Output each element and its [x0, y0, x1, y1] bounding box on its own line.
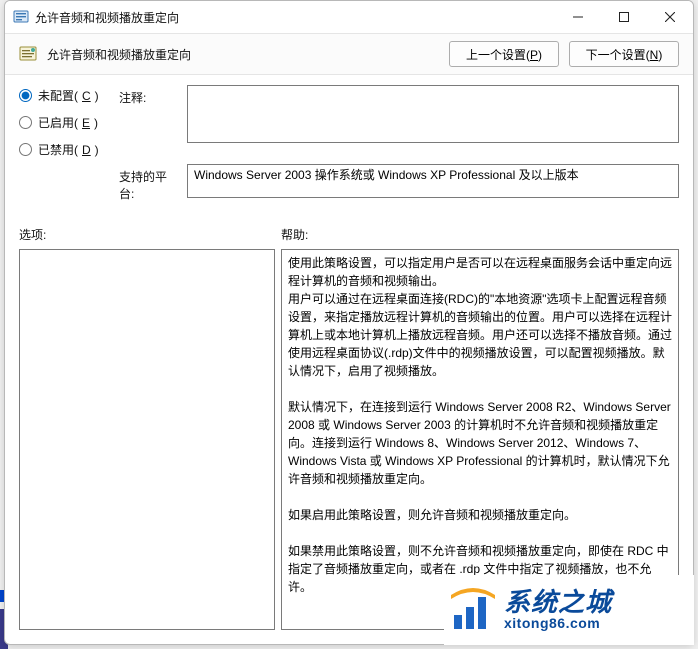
brand-logo-text: 系统之城 xitong86.com: [504, 589, 612, 631]
radio-enabled[interactable]: 已启用(E): [19, 114, 107, 131]
options-panel[interactable]: [19, 249, 275, 630]
previous-setting-button[interactable]: 上一个设置(P): [449, 41, 559, 67]
next-setting-button[interactable]: 下一个设置(N): [569, 41, 679, 67]
window-controls: [555, 1, 693, 33]
comment-textarea[interactable]: [187, 85, 679, 143]
minimize-button[interactable]: [555, 1, 601, 33]
comment-block: 注释:: [119, 85, 679, 143]
maximize-button[interactable]: [601, 1, 647, 33]
panels: 使用此策略设置，可以指定用户是否可以在远程桌面服务会话中重定向远程计算机的音频和…: [19, 249, 679, 630]
policy-icon: [19, 45, 37, 63]
config-row: 未配置(C) 已启用(E) 已禁用(D) 注释:: [19, 85, 679, 158]
policy-title: 允许音频和视频播放重定向: [47, 46, 439, 63]
platform-label: 支持的平台:: [119, 164, 179, 202]
options-label: 选项:: [19, 226, 281, 243]
state-radio-group: 未配置(C) 已启用(E) 已禁用(D): [19, 85, 107, 158]
comment-label: 注释:: [119, 85, 179, 143]
help-panel[interactable]: 使用此策略设置，可以指定用户是否可以在远程桌面服务会话中重定向远程计算机的音频和…: [281, 249, 679, 630]
dialog-body: 未配置(C) 已启用(E) 已禁用(D) 注释: 支持的平台: Windows …: [5, 75, 693, 644]
radio-not-configured[interactable]: 未配置(C): [19, 87, 107, 104]
brand-logo-icon: [448, 585, 498, 635]
platform-box: Windows Server 2003 操作系统或 Windows XP Pro…: [187, 164, 679, 198]
toolbar: 允许音频和视频播放重定向 上一个设置(P) 下一个设置(N): [5, 33, 693, 75]
watermark-logo: 系统之城 xitong86.com: [444, 575, 694, 645]
close-button[interactable]: [647, 1, 693, 33]
window-title: 允许音频和视频播放重定向: [35, 9, 555, 26]
section-labels: 选项: 帮助:: [19, 226, 679, 243]
brand-url: xitong86.com: [504, 616, 612, 631]
dialog-window: 允许音频和视频播放重定向 允许音频和视频播放重定向 上一个设置(P) 下一个设置…: [4, 0, 694, 645]
radio-not-configured-input[interactable]: [19, 89, 32, 102]
platform-row: 支持的平台: Windows Server 2003 操作系统或 Windows…: [119, 164, 679, 202]
policy-app-icon: [13, 9, 29, 25]
help-label: 帮助:: [281, 226, 679, 243]
radio-disabled-input[interactable]: [19, 143, 32, 156]
radio-enabled-input[interactable]: [19, 116, 32, 129]
brand-name-cn: 系统之城: [504, 589, 612, 616]
title-bar: 允许音频和视频播放重定向: [5, 1, 693, 33]
radio-disabled[interactable]: 已禁用(D): [19, 141, 107, 158]
